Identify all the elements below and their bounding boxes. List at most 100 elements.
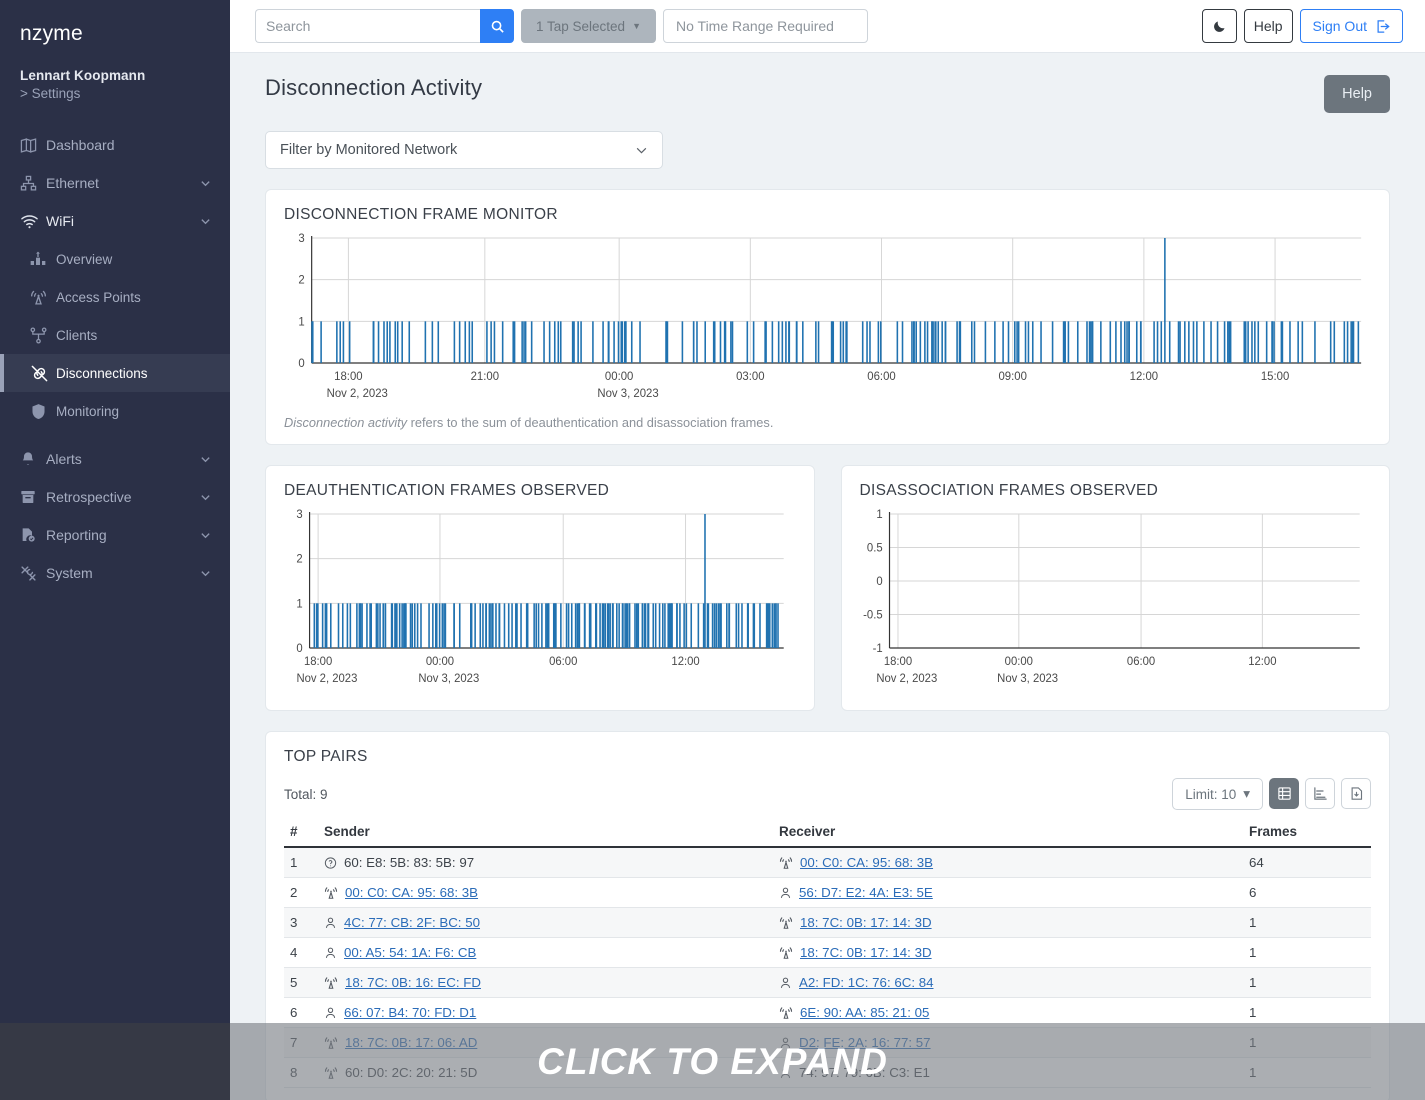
table-row[interactable]: 2 00: C0: CA: 95: 68: 3B 56: D7: E2: 4A: E… [284, 877, 1371, 908]
sender-mac[interactable]: 00: C0: CA: 95: 68: 3B [345, 885, 478, 900]
limit-label: Limit: 10 [1185, 786, 1237, 802]
download-button[interactable] [1341, 778, 1371, 809]
sidebar-item-dashboard[interactable]: Dashboard [0, 126, 230, 164]
row-index: 5 [284, 967, 318, 998]
sender-mac[interactable]: 18: 7C: 0B: 16: EC: FD [345, 975, 481, 990]
shield-icon [30, 403, 56, 420]
access-point-icon [324, 976, 338, 990]
sidebar-item-label: Access Points [56, 289, 141, 305]
dark-mode-toggle[interactable] [1201, 9, 1237, 43]
table-row[interactable]: 5 18: 7C: 0B: 16: EC: FD A2: FD: 1C: 76: 6… [284, 967, 1371, 998]
row-sender: 60: E8: 5B: 83: 5B: 97 [318, 847, 773, 878]
sidebar-item-label: Alerts [46, 451, 82, 467]
search-button[interactable] [480, 9, 514, 43]
row-index: 3 [284, 907, 318, 938]
table-view-button[interactable] [1269, 778, 1299, 809]
row-frames: 1 [1243, 937, 1371, 968]
table-row[interactable]: 1 60: E8: 5B: 83: 5B: 97 00: C0: CA: 95: 6… [284, 847, 1371, 878]
sidebar-item-alerts[interactable]: Alerts [0, 440, 230, 478]
chevron-down-icon[interactable] [200, 216, 230, 227]
svg-text:-1: -1 [872, 643, 882, 655]
sidebar-item-label: WiFi [46, 213, 74, 229]
download-icon [1349, 786, 1364, 801]
receiver-mac[interactable]: A2: FD: 1C: 76: 6C: 84 [799, 975, 934, 990]
sidebar: nzyme Lennart Koopmann > Settings Dashbo… [0, 0, 230, 1100]
sidebar-item-disconnections[interactable]: Disconnections [0, 354, 230, 392]
chart-svg: 0 1 2 3 18:00 Nov 2, 2023 21:00 00:00 Nov 3, 202… [298, 233, 1362, 400]
sender-mac[interactable]: 00: A5: 54: 1A: F6: CB [344, 945, 476, 960]
chevron-down-icon[interactable] [200, 568, 230, 579]
svg-text:2: 2 [296, 554, 302, 566]
moon-icon [1212, 19, 1227, 34]
column-header-number: # [284, 820, 318, 848]
sidebar-item-overview[interactable]: Overview [0, 240, 230, 278]
svg-text:00:00: 00:00 [605, 371, 633, 383]
limit-dropdown[interactable]: Limit: 10 ▾ [1172, 778, 1263, 810]
sidebar-item-wifi[interactable]: WiFi [0, 202, 230, 240]
page-content: Disconnection Activity Help Filter by Mo… [230, 53, 1425, 1100]
sidebar-item-ethernet[interactable]: Ethernet [0, 164, 230, 202]
top-bar: 1 Tap Selected ▼ No Time Range Required … [230, 0, 1425, 53]
svg-text:-0.5: -0.5 [863, 609, 882, 621]
nav-divider-gap [0, 430, 230, 440]
sidebar-item-monitoring[interactable]: Monitoring [0, 392, 230, 430]
svg-text:Nov 3, 2023: Nov 3, 2023 [997, 673, 1058, 685]
disassociation-frames-card: DISASSOCIATION FRAMES OBSERVED -1 -0.5 0 0.… [840, 465, 1390, 711]
table-row[interactable]: 4 00: A5: 54: 1A: F6: CB 18: 7C: 0B: 17: 1… [284, 937, 1371, 968]
sign-out-button[interactable]: Sign Out [1299, 9, 1403, 43]
search-icon [490, 19, 505, 34]
chevron-down-icon[interactable] [200, 454, 230, 465]
chart-view-button[interactable] [1305, 778, 1335, 809]
disassociation-frames-chart[interactable]: -1 -0.5 0 0.5 1 18:00 Nov 2, 2023 00:00 Nov 3, 2… [860, 506, 1372, 696]
chart-svg: 0 1 2 3 18:00 Nov 2, 2023 00:00 Nov 3, 2023 06:0… [296, 509, 784, 685]
svg-text:1: 1 [876, 509, 882, 521]
sidebar-item-system[interactable]: System [0, 554, 230, 592]
svg-text:12:00: 12:00 [671, 656, 699, 668]
table-row[interactable]: 3 4C: 77: CB: 2F: BC: 50 18: 7C: 0B: 17: 1… [284, 907, 1371, 938]
sender-mac[interactable]: 66: 07: B4: 70: FD: D1 [344, 1005, 476, 1020]
chevron-down-icon: ▾ [1243, 786, 1250, 801]
sidebar-item-retrospective[interactable]: Retrospective [0, 478, 230, 516]
user-settings-link[interactable]: > Settings [20, 86, 230, 101]
sender-mac[interactable]: 4C: 77: CB: 2F: BC: 50 [344, 915, 480, 930]
chevron-down-icon[interactable] [200, 492, 230, 503]
sidebar-item-reporting[interactable]: Reporting [0, 516, 230, 554]
row-frames: 1 [1243, 967, 1371, 998]
deauthentication-frames-chart[interactable]: 0 1 2 3 18:00 Nov 2, 2023 00:00 Nov 3, 2023 06:0… [284, 506, 796, 696]
row-frames: 6 [1243, 877, 1371, 908]
sidebar-item-clients[interactable]: Clients [0, 316, 230, 354]
client-icon [324, 946, 337, 960]
receiver-mac[interactable]: 56: D7: E2: 4A: E3: 5E [799, 885, 933, 900]
main-area: 1 Tap Selected ▼ No Time Range Required … [230, 0, 1425, 1100]
click-to-expand-overlay[interactable]: CLICK TO EXPAND [0, 1023, 1425, 1100]
receiver-mac[interactable]: 00: C0: CA: 95: 68: 3B [800, 855, 933, 870]
time-range-selector[interactable]: No Time Range Required [663, 9, 868, 43]
tap-selector-dropdown[interactable]: 1 Tap Selected ▼ [521, 9, 656, 43]
monitored-network-filter-label: Filter by Monitored Network [280, 142, 458, 158]
svg-text:0: 0 [298, 358, 304, 370]
client-icon [324, 1006, 337, 1020]
search-group [255, 9, 514, 43]
row-sender: 00: A5: 54: 1A: F6: CB [318, 937, 773, 968]
chevron-down-icon[interactable] [200, 178, 230, 189]
table-header-row: # Sender Receiver Frames [284, 820, 1371, 848]
help-button-topbar[interactable]: Help [1243, 9, 1293, 43]
row-frames: 64 [1243, 847, 1371, 878]
chevron-down-icon[interactable] [200, 530, 230, 541]
help-button-page[interactable]: Help [1324, 75, 1390, 113]
svg-text:12:00: 12:00 [1248, 656, 1276, 668]
disconnection-frame-monitor-chart[interactable]: 0 1 2 3 18:00 Nov 2, 2023 21:00 00:00 Nov 3, 202… [284, 230, 1371, 405]
total-count-label: Total: 9 [284, 786, 328, 802]
sidebar-item-access-points[interactable]: Access Points [0, 278, 230, 316]
clients-icon [30, 326, 56, 344]
svg-text:Nov 2, 2023: Nov 2, 2023 [876, 673, 937, 685]
user-name: Lennart Koopmann [20, 68, 146, 83]
row-receiver: 18: 7C: 0B: 17: 14: 3D [773, 907, 1243, 938]
receiver-mac[interactable]: 6E: 90: AA: 85: 21: 05 [800, 1005, 929, 1020]
receiver-mac[interactable]: 18: 7C: 0B: 17: 14: 3D [800, 945, 932, 960]
search-input[interactable] [255, 9, 480, 43]
monitored-network-filter[interactable]: Filter by Monitored Network [265, 131, 663, 169]
help-label: Help [1253, 18, 1283, 34]
sidebar-nav: Dashboard Ethernet WiFi Overview Access … [0, 126, 230, 592]
receiver-mac[interactable]: 18: 7C: 0B: 17: 14: 3D [800, 915, 932, 930]
